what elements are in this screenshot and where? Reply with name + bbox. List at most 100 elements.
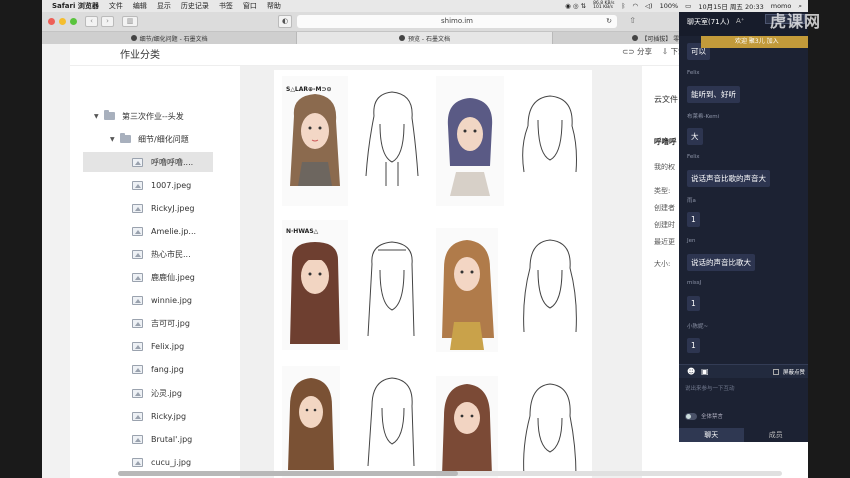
menu-edit[interactable]: 编辑 bbox=[133, 1, 147, 11]
tree-file-item[interactable]: 呼噜呼噜.... bbox=[83, 152, 213, 172]
file-info-panel: 云文件 呼噜呼 我的权 类型: 创建者 创建时 最近更 大小: bbox=[642, 66, 680, 478]
tree-file-item[interactable]: 鹿鹿仙.jpeg bbox=[132, 268, 195, 288]
image-file-icon bbox=[132, 411, 143, 421]
sidebar-toggle-button[interactable]: ▥ bbox=[122, 16, 138, 27]
chat-sender-name: Jen bbox=[687, 238, 696, 244]
mute-toggle[interactable] bbox=[685, 412, 697, 420]
shimo-icon bbox=[130, 35, 137, 41]
file-name: 呼噜呼 bbox=[654, 137, 677, 146]
url-bar[interactable]: shimo.im ↻ bbox=[297, 15, 617, 28]
menu-help[interactable]: 帮助 bbox=[267, 1, 281, 11]
image-file-icon bbox=[132, 226, 143, 236]
tree-file-label: 鹿鹿仙.jpeg bbox=[151, 273, 195, 282]
tree-file-item[interactable]: Brutal'.jpg bbox=[132, 429, 192, 449]
share-button[interactable]: ⊂⊃ 分享 bbox=[622, 46, 652, 57]
tab-members[interactable]: 成员 bbox=[744, 428, 809, 442]
tree-file-label: Felix.jpg bbox=[151, 342, 185, 352]
image-file-icon bbox=[132, 457, 143, 467]
bluetooth-icon[interactable]: ᛒ bbox=[621, 2, 625, 10]
datetime[interactable]: 10月15日 周五 20:33 bbox=[698, 1, 763, 11]
tree-file-label: Ricky.jpg bbox=[151, 411, 187, 421]
girl-portrait-4 bbox=[442, 240, 494, 350]
toolbar-right: ⇧ bbox=[629, 16, 636, 25]
chat-title: 聊天室(71人) bbox=[687, 18, 730, 26]
menu-bookmarks[interactable]: 书签 bbox=[219, 1, 233, 11]
minimize-window-button[interactable] bbox=[59, 18, 66, 25]
chat-input[interactable]: 说出来参与一下互动 bbox=[685, 384, 735, 392]
menu-view[interactable]: 显示 bbox=[157, 1, 171, 11]
type-label: 类型: bbox=[654, 187, 671, 195]
shield-icon[interactable]: ◐ bbox=[278, 15, 292, 28]
chat-sender-name: 雨a bbox=[687, 198, 696, 204]
page-title: 作业分类 bbox=[120, 50, 160, 61]
sketch-hair-2 bbox=[512, 76, 588, 206]
horizontal-scrollbar[interactable] bbox=[118, 471, 782, 476]
font-size-button[interactable]: A⁺ bbox=[736, 17, 744, 25]
tab-chat[interactable]: 聊天 bbox=[679, 428, 744, 442]
file-tree: ▼ 第三次作业--头发 ▼ 细节/细化问题 呼噜呼噜.... 1007.jpeg R… bbox=[70, 66, 240, 478]
welcome-banner: 欢迎 聚3儿 加入 bbox=[701, 36, 808, 48]
emoji-icon[interactable]: ☻ bbox=[687, 367, 695, 376]
wifi-icon[interactable]: ◠ bbox=[632, 2, 638, 10]
tree-file-item[interactable]: Felix.jpg bbox=[132, 337, 184, 357]
chat-sender-name: Felix bbox=[687, 154, 700, 160]
girl-portrait-1 bbox=[290, 94, 340, 186]
forward-button[interactable]: › bbox=[101, 16, 114, 27]
tree-file-label: winnie.jpg bbox=[151, 296, 192, 306]
close-window-button[interactable] bbox=[48, 18, 55, 25]
tab-preview[interactable]: 预览 - 石墨文档 bbox=[297, 32, 553, 44]
chat-message-bubble: 说话声音比歌的声音大 bbox=[687, 170, 770, 187]
tree-file-item[interactable]: fang.jpg bbox=[132, 360, 184, 380]
maximize-window-button[interactable] bbox=[70, 18, 77, 25]
tree-file-label: Brutal'.jpg bbox=[151, 434, 193, 444]
block-likes-checkbox[interactable] bbox=[773, 369, 779, 375]
image-file-icon bbox=[132, 296, 143, 306]
back-button[interactable]: ‹ bbox=[85, 16, 98, 27]
girl-portrait-3 bbox=[290, 242, 340, 344]
caret-down-icon[interactable]: ▼ bbox=[94, 113, 104, 120]
tree-file-item[interactable]: winnie.jpg bbox=[132, 291, 192, 311]
chat-tabs: 聊天 成员 bbox=[679, 428, 808, 442]
girl-portrait-6 bbox=[442, 384, 492, 476]
left-strip bbox=[42, 44, 70, 478]
tree-file-item[interactable]: Ricky.jpg bbox=[132, 406, 186, 426]
image-file-icon bbox=[132, 365, 143, 375]
menu-file[interactable]: 文件 bbox=[109, 1, 123, 11]
battery-icon[interactable]: ▭ bbox=[685, 2, 691, 10]
tree-file-item[interactable]: 1007.jpeg bbox=[132, 175, 191, 195]
menu-app-name[interactable]: Safari 浏览器 bbox=[52, 1, 99, 11]
image-file-icon bbox=[132, 388, 143, 398]
tree-file-item[interactable]: RickyJ.jpeg bbox=[132, 198, 194, 218]
sketch-hair-6 bbox=[512, 376, 588, 478]
reload-icon[interactable]: ↻ bbox=[606, 15, 612, 28]
folder-icon bbox=[104, 110, 115, 120]
menu-history[interactable]: 历史记录 bbox=[181, 1, 209, 11]
chat-message-bubble: 1 bbox=[687, 212, 700, 227]
tree-file-item[interactable]: cucu_j.jpg bbox=[132, 452, 191, 472]
tree-file-item[interactable]: 吉可可.jpg bbox=[132, 314, 190, 334]
mute-all[interactable]: 全体禁言 bbox=[685, 412, 723, 420]
tree-file-label: Amelie.jp... bbox=[151, 226, 197, 236]
image-icon[interactable]: ▣ bbox=[701, 367, 709, 376]
share-icon[interactable]: ⇧ bbox=[629, 16, 636, 25]
drawing-girl-4 bbox=[436, 228, 498, 352]
tree-folder-detail[interactable]: ▼ 细节/细化问题 bbox=[110, 129, 189, 149]
menu-window[interactable]: 窗口 bbox=[243, 1, 257, 11]
image-file-icon bbox=[132, 319, 143, 329]
sketch-hair-4 bbox=[512, 228, 588, 352]
drawing-girl-1: S△LAR⊕-M⊃⊙ bbox=[282, 76, 348, 206]
tree-file-item[interactable]: 热心市民... bbox=[132, 244, 191, 264]
share-label: 分享 bbox=[636, 47, 652, 56]
image-file-icon bbox=[132, 180, 143, 190]
caret-down-icon[interactable]: ▼ bbox=[110, 136, 120, 143]
tree-folder-hair[interactable]: ▼ 第三次作业--头发 bbox=[94, 106, 184, 126]
tree-file-item[interactable]: 沁灵.jpg bbox=[132, 383, 182, 403]
tree-file-item[interactable]: Amelie.jp... bbox=[132, 221, 196, 241]
tab-detail-issues[interactable]: 细节/细化问题 - 石墨文档 bbox=[42, 32, 298, 44]
status-icons[interactable]: ◉ ◎ ⇅ bbox=[565, 2, 586, 10]
drawing-girl-6 bbox=[436, 376, 498, 478]
volume-icon[interactable]: ◁) bbox=[645, 2, 653, 10]
hair-sketch-2 bbox=[522, 95, 577, 173]
tree-file-label: 呼噜呼噜.... bbox=[151, 157, 194, 167]
tree-file-label: 1007.jpeg bbox=[151, 180, 192, 190]
